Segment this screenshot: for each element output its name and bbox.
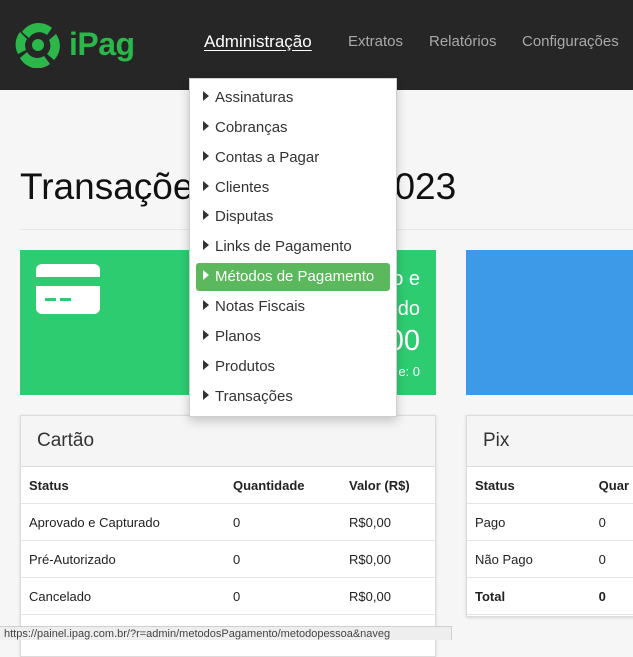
menu-item-label: Planos xyxy=(215,328,261,345)
menu-item-clientes[interactable]: Clientes xyxy=(196,174,390,202)
table-header-row: Status Quantidade Valor (R$) xyxy=(21,467,435,504)
ipag-logo-icon[interactable] xyxy=(14,22,64,68)
top-navbar: iPag Administração Extratos Relatórios C… xyxy=(0,0,633,90)
administracao-dropdown-menu: Assinaturas Cobranças Contas a Pagar Cli… xyxy=(189,78,397,417)
cell-status: Pago xyxy=(467,503,591,541)
menu-item-planos[interactable]: Planos xyxy=(196,323,390,351)
menu-item-label: Contas a Pagar xyxy=(215,149,320,166)
caret-right-icon xyxy=(203,210,209,220)
table-header-row: Status Quar xyxy=(467,467,633,504)
card-panel: Cartão Status Quantidade Valor (R$) Apro… xyxy=(20,415,436,657)
table-row: Aprovado e Capturado 0 R$0,00 xyxy=(21,503,435,541)
cell-status: Aprovado e Capturado xyxy=(21,503,225,541)
caret-right-icon xyxy=(203,151,209,161)
col-status: Status xyxy=(21,467,225,504)
menu-item-contas-a-pagar[interactable]: Contas a Pagar xyxy=(196,144,390,172)
pix-panel-header: Pix xyxy=(467,416,633,467)
menu-item-label: Produtos xyxy=(215,358,276,375)
menu-item-label: Assinaturas xyxy=(215,89,294,106)
card-tile-sub: e: 0 xyxy=(398,364,420,379)
caret-right-icon xyxy=(203,181,209,191)
table-row: Não Pago 0 xyxy=(467,540,633,578)
col-quantidade: Quantidade xyxy=(225,467,341,504)
menu-item-label: Cobranças xyxy=(215,119,288,136)
table-row: Pré-Autorizado 0 R$0,00 xyxy=(21,540,435,578)
caret-right-icon xyxy=(203,300,209,310)
col-quantidade: Quar xyxy=(590,467,633,504)
menu-item-label: Clientes xyxy=(215,179,270,196)
cell-status: Cancelado xyxy=(21,577,225,615)
menu-item-label: Disputas xyxy=(215,208,274,225)
menu-item-metodos-de-pagamento[interactable]: Métodos de Pagamento xyxy=(196,263,390,291)
menu-item-label: Métodos de Pagamento xyxy=(215,268,375,285)
nav-extratos[interactable]: Extratos xyxy=(348,33,403,50)
credit-card-icon xyxy=(36,264,100,314)
caret-right-icon xyxy=(203,240,209,250)
card-table: Status Quantidade Valor (R$) Aprovado e … xyxy=(21,467,435,615)
col-valor: Valor (R$) xyxy=(341,467,435,504)
nav-administracao[interactable]: Administração xyxy=(204,32,312,52)
menu-item-cobrancas[interactable]: Cobranças xyxy=(196,114,390,142)
page-title-left: Transaçõe xyxy=(20,166,194,207)
cell-quantidade: 0 xyxy=(225,503,341,541)
table-row: Pago 0 xyxy=(467,503,633,541)
caret-right-icon xyxy=(203,390,209,400)
menu-item-transacoes[interactable]: Transações xyxy=(196,383,390,411)
cell-quantidade: 0 xyxy=(225,540,341,578)
menu-item-label: Notas Fiscais xyxy=(215,298,306,315)
cell-valor: R$0,00 xyxy=(341,540,435,578)
table-row-total: Total 0 xyxy=(467,577,633,615)
pix-panel: Pix Status Quar Pago 0 Não Pago 0 Total … xyxy=(466,415,633,617)
cell-valor: R$0,00 xyxy=(341,577,435,615)
cell-status: Não Pago xyxy=(467,540,591,578)
page-title-right: 023 xyxy=(394,166,457,207)
menu-item-disputas[interactable]: Disputas xyxy=(196,203,390,231)
pix-table: Status Quar Pago 0 Não Pago 0 Total 0 xyxy=(467,467,633,615)
cell-quantidade: 0 xyxy=(590,503,633,541)
browser-status-url: https://painel.ipag.com.br/?r=admin/meto… xyxy=(0,626,452,640)
menu-item-notas-fiscais[interactable]: Notas Fiscais xyxy=(196,293,390,321)
brand-name[interactable]: iPag xyxy=(69,26,135,63)
caret-right-icon xyxy=(203,121,209,131)
menu-item-links-de-pagamento[interactable]: Links de Pagamento xyxy=(196,233,390,261)
pix-summary-tile xyxy=(466,250,633,395)
pix-panel-title: Pix xyxy=(483,430,510,451)
caret-right-icon xyxy=(203,270,209,280)
caret-right-icon xyxy=(203,360,209,370)
cell-quantidade: 0 xyxy=(590,540,633,578)
menu-item-produtos[interactable]: Produtos xyxy=(196,353,390,381)
card-panel-header: Cartão xyxy=(21,416,435,467)
cell-quantidade: 0 xyxy=(590,577,633,615)
nav-configuracoes[interactable]: Configurações xyxy=(522,33,619,50)
cell-valor: R$0,00 xyxy=(341,503,435,541)
cell-quantidade: 0 xyxy=(225,577,341,615)
table-row: Cancelado 0 R$0,00 xyxy=(21,577,435,615)
card-panel-title: Cartão xyxy=(37,430,95,451)
menu-item-assinaturas[interactable]: Assinaturas xyxy=(196,84,390,112)
caret-right-icon xyxy=(203,330,209,340)
menu-item-label: Links de Pagamento xyxy=(215,238,352,255)
nav-relatorios[interactable]: Relatórios xyxy=(429,33,497,50)
cell-status: Total xyxy=(467,577,591,615)
caret-right-icon xyxy=(203,91,209,101)
menu-item-label: Transações xyxy=(215,388,293,405)
col-status: Status xyxy=(467,467,591,504)
cell-status: Pré-Autorizado xyxy=(21,540,225,578)
